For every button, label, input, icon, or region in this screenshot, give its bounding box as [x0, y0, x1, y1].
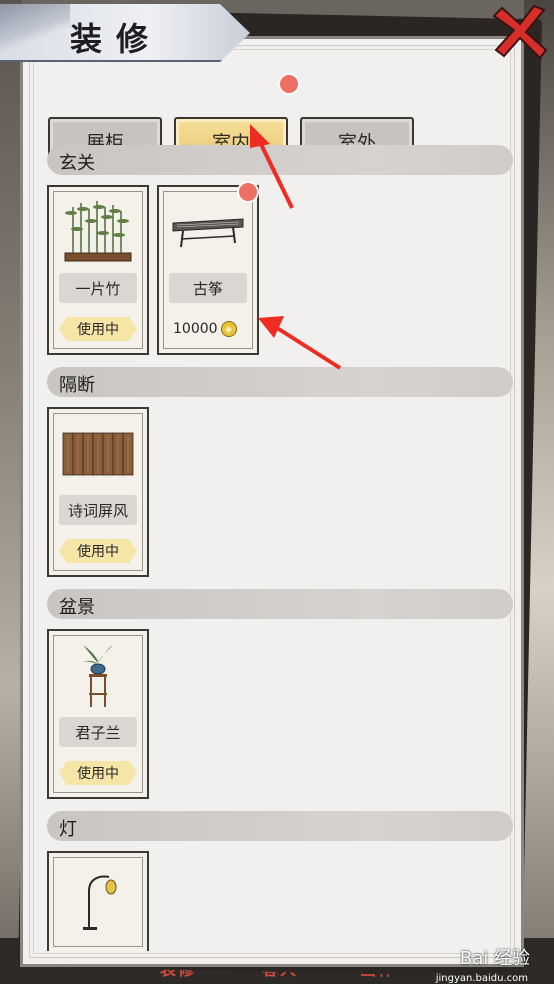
annotation-arrow-item [258, 316, 342, 370]
item-card-folding-screen[interactable]: 诗词屏风 使用中 [47, 407, 149, 577]
item-name: 古筝 [169, 273, 247, 303]
section-header-lamp: 灯 [47, 811, 513, 841]
potted-orchid-icon [81, 645, 113, 707]
in-use-badge: 使用中 [59, 539, 137, 563]
bamboo-icon [64, 201, 132, 262]
folding-screen-icon [62, 432, 134, 476]
watermark-brand: Bai 经验 [459, 948, 530, 969]
title-banner: 装修 [0, 4, 250, 62]
guzheng-icon [172, 218, 244, 248]
lantern-lamp-icon [83, 875, 117, 930]
notification-dot [278, 73, 300, 95]
page-title: 装修 [70, 20, 163, 58]
background-left-scene [0, 0, 22, 984]
section-header-bonsai: 盆景 [47, 589, 513, 619]
price-value: 10000 [173, 321, 218, 337]
item-name: 一片竹 [59, 273, 137, 303]
item-card-lamp[interactable] [47, 851, 149, 951]
item-card-orchid[interactable]: 君子兰 使用中 [47, 629, 149, 799]
item-name: 君子兰 [59, 717, 137, 747]
coin-icon [220, 321, 237, 337]
close-icon[interactable] [486, 0, 552, 66]
watermark-url: jingyan.baidu.com [435, 973, 528, 984]
item-price: 10000 [173, 321, 237, 337]
item-name: 诗词屏风 [59, 495, 137, 525]
section-title: 盆景 [59, 597, 95, 618]
item-card-bamboo[interactable]: 一片竹 使用中 [47, 185, 149, 355]
mountain-icon [0, 4, 70, 60]
in-use-badge: 使用中 [59, 317, 137, 341]
section-title: 灯 [59, 819, 77, 840]
section-title: 隔断 [59, 375, 95, 396]
annotation-arrow-tab [250, 124, 294, 209]
section-title: 玄关 [59, 153, 95, 174]
in-use-badge: 使用中 [59, 761, 137, 785]
